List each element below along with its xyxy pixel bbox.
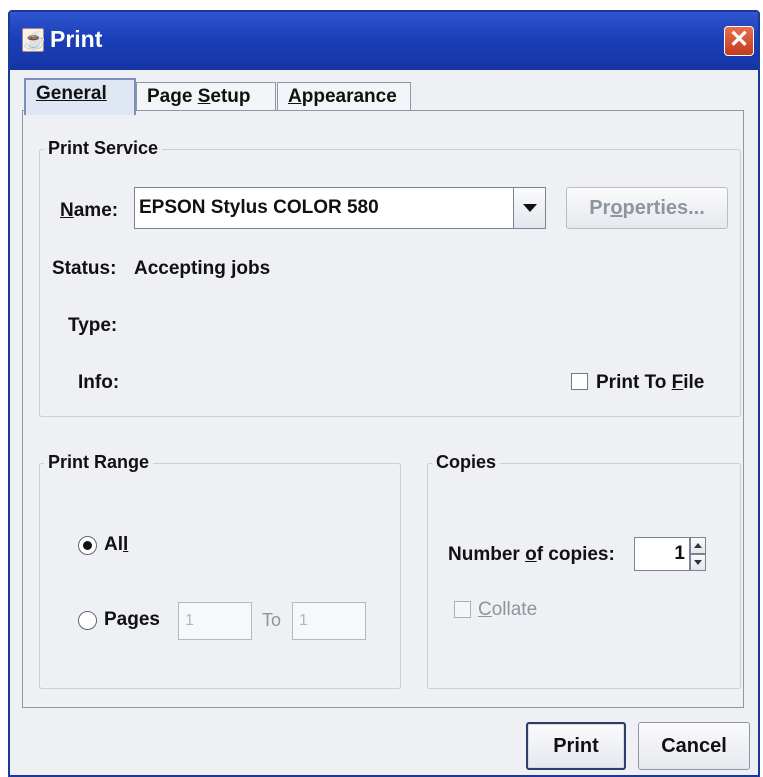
tab-appearance-mnemonic: A: [288, 86, 302, 107]
print-range-group: Print Range All Pages 1 To 1: [39, 452, 401, 689]
pages-from-field[interactable]: 1: [178, 602, 252, 640]
tab-general[interactable]: General: [24, 78, 136, 115]
general-panel: Print Service Name: EPSON Stylus COLOR 5…: [22, 110, 744, 708]
properties-button[interactable]: Properties...: [566, 187, 728, 229]
collate-mnemonic: C: [478, 599, 492, 620]
name-label-rest: ame:: [73, 200, 119, 221]
pages-to-field[interactable]: 1: [292, 602, 366, 640]
type-label: Type:: [68, 315, 118, 336]
chevron-down-icon[interactable]: [513, 188, 545, 228]
tab-appearance-label: ppearance: [301, 86, 397, 107]
print-to-file-label-text: Print To: [596, 372, 672, 393]
print-to-file-checkbox[interactable]: [571, 373, 588, 390]
pages-label[interactable]: Pages: [104, 609, 160, 631]
pages-label-text: Pa: [104, 609, 128, 630]
tab-page-setup-mnemonic: S: [197, 86, 211, 107]
print-to-file-label-rest: ile: [683, 372, 705, 393]
window-title: Print: [50, 26, 103, 52]
title-bar: ☕ Print ✕: [10, 12, 758, 70]
all-label-text: Al: [104, 534, 123, 555]
number-of-copies-mnemonic: o: [525, 544, 537, 565]
tab-general-label: General: [36, 83, 107, 104]
copies-group: Copies Number of copies: 1 Collate: [427, 452, 741, 689]
to-label: To: [262, 610, 282, 630]
printer-name: EPSON Stylus COLOR 580: [139, 197, 379, 218]
print-dialog: ☕ Print ✕ General Page Setup Appearance …: [8, 10, 760, 777]
properties-label-rest: perties...: [622, 197, 705, 219]
number-of-copies-text: Number: [448, 544, 526, 565]
tab-page-setup-label-rest: etup: [210, 86, 251, 107]
printer-select[interactable]: EPSON Stylus COLOR 580: [134, 187, 546, 229]
pages-label-rest: es: [138, 609, 160, 630]
collate-label-rest: ollate: [491, 599, 538, 620]
properties-mnemonic: o: [610, 197, 623, 219]
java-icon: ☕: [22, 28, 46, 52]
collate-checkbox[interactable]: [454, 601, 471, 618]
print-to-file-mnemonic: F: [671, 372, 684, 393]
status-label: Status:: [52, 258, 117, 279]
pages-label-mnemonic: g: [127, 609, 139, 630]
number-of-copies-label: Number of copies:: [448, 544, 615, 566]
print-service-group: Print Service Name: EPSON Stylus COLOR 5…: [39, 138, 741, 417]
name-label: Name:: [60, 200, 118, 222]
spinner-up-icon[interactable]: [690, 537, 706, 554]
name-label-mnemonic: N: [60, 200, 74, 221]
pages-radio[interactable]: [78, 611, 97, 630]
copies-input[interactable]: 1: [634, 537, 690, 571]
copies-title: Copies: [432, 452, 501, 473]
info-label: Info:: [78, 372, 120, 393]
tab-page-setup-label: Page: [147, 86, 198, 107]
close-button[interactable]: ✕: [724, 26, 754, 56]
all-label[interactable]: All: [104, 534, 128, 556]
status-value: Accepting jobs: [134, 258, 271, 279]
number-of-copies-rest: f copies:: [536, 544, 615, 565]
print-service-title: Print Service: [44, 138, 163, 159]
all-radio[interactable]: [78, 536, 97, 555]
properties-label: Pr: [589, 197, 611, 219]
spinner-down-icon[interactable]: [690, 554, 706, 571]
all-label-mnemonic: l: [123, 534, 129, 555]
cancel-button[interactable]: Cancel: [638, 722, 750, 770]
print-to-file-label[interactable]: Print To File: [596, 372, 704, 394]
print-button[interactable]: Print: [526, 722, 626, 770]
collate-label[interactable]: Collate: [478, 599, 537, 621]
print-range-title: Print Range: [44, 452, 154, 473]
